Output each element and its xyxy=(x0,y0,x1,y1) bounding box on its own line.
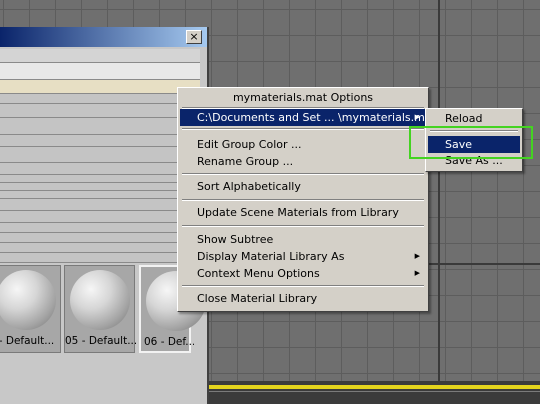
menu-item-update-scene-materials[interactable]: Update Scene Materials from Library xyxy=(180,204,426,221)
callout-highlight-box xyxy=(409,126,533,159)
panel-row xyxy=(0,243,200,253)
panel-row xyxy=(0,94,200,104)
submenu-item-reload[interactable]: Reload xyxy=(428,110,520,127)
material-sphere xyxy=(0,270,56,330)
submenu-arrow-icon: ▶ xyxy=(414,252,420,260)
panel-row xyxy=(0,147,200,163)
menu-item-library-file[interactable]: C:\Documents and Set ... \mymaterials.ma… xyxy=(180,109,436,126)
submenu-arrow-icon: ▶ xyxy=(414,269,420,277)
close-icon: × xyxy=(189,30,199,43)
viewport-axis-vertical xyxy=(438,0,440,404)
material-sphere xyxy=(70,270,130,330)
material-slot-label: - Default... xyxy=(0,335,55,347)
panel-row xyxy=(0,199,200,211)
material-slot-label: 06 - Def... xyxy=(144,336,194,348)
panel-row xyxy=(0,233,200,243)
panel-row xyxy=(0,49,200,63)
menu-item-context-menu-options[interactable]: Context Menu Options ▶ xyxy=(180,265,426,282)
menu-separator xyxy=(182,199,424,201)
menu-item-sort-alphabetically[interactable]: Sort Alphabetically xyxy=(180,178,426,195)
menu-item-label: C:\Documents and Set ... \mymaterials.ma… xyxy=(197,111,436,124)
panel-row xyxy=(0,104,200,118)
menu-item-label: Rename Group ... xyxy=(197,155,294,168)
material-slot[interactable]: - Default... xyxy=(0,265,61,353)
panel-row xyxy=(0,211,200,223)
timeline-divider xyxy=(205,391,540,392)
panel-row xyxy=(0,118,200,135)
menu-item-label: Reload xyxy=(445,112,483,125)
panel-row xyxy=(0,223,200,233)
menu-separator xyxy=(182,173,424,175)
panel-row xyxy=(0,163,200,175)
panel-row xyxy=(0,183,200,191)
menu-title: mymaterials.mat Options xyxy=(232,91,374,104)
panel-field[interactable] xyxy=(0,63,200,80)
menu-item-show-subtree[interactable]: Show Subtree xyxy=(180,231,426,248)
menu-item-label: Close Material Library xyxy=(197,292,318,305)
submenu-arrow-icon: ▶ xyxy=(414,113,420,121)
timeline-bar[interactable] xyxy=(205,381,540,404)
close-button[interactable]: × xyxy=(186,30,202,44)
menu-item-label: Sort Alphabetically xyxy=(197,180,301,193)
menu-item-label: Context Menu Options xyxy=(197,267,320,280)
menu-item-label: Edit Group Color ... xyxy=(197,138,302,151)
menu-item-label: Display Material Library As xyxy=(197,250,345,263)
material-slot[interactable]: 05 - Default... xyxy=(64,265,136,353)
menu-item-display-library-as[interactable]: Display Material Library As ▶ xyxy=(180,248,426,265)
menu-item-edit-group-color[interactable]: Edit Group Color ... xyxy=(180,136,426,153)
panel-row xyxy=(0,175,200,183)
panel-row xyxy=(0,135,200,147)
menu-item-rename-group[interactable]: Rename Group ... xyxy=(180,153,426,170)
menu-item-label: Update Scene Materials from Library xyxy=(197,206,399,219)
timeline-track xyxy=(205,385,540,389)
menu-separator xyxy=(182,128,424,130)
menu-item-close-library[interactable]: Close Material Library xyxy=(180,290,426,307)
panel-header-row xyxy=(0,80,200,94)
menu-separator xyxy=(182,225,424,227)
material-slot-label: 05 - Default... xyxy=(65,335,136,347)
menu-separator xyxy=(182,285,424,287)
panel-row xyxy=(0,191,200,199)
material-editor-titlebar[interactable]: × xyxy=(0,27,207,47)
library-options-menu: mymaterials.mat Options C:\Documents and… xyxy=(177,87,436,312)
panel-row xyxy=(0,253,200,263)
menu-item-label: Show Subtree xyxy=(197,233,274,246)
